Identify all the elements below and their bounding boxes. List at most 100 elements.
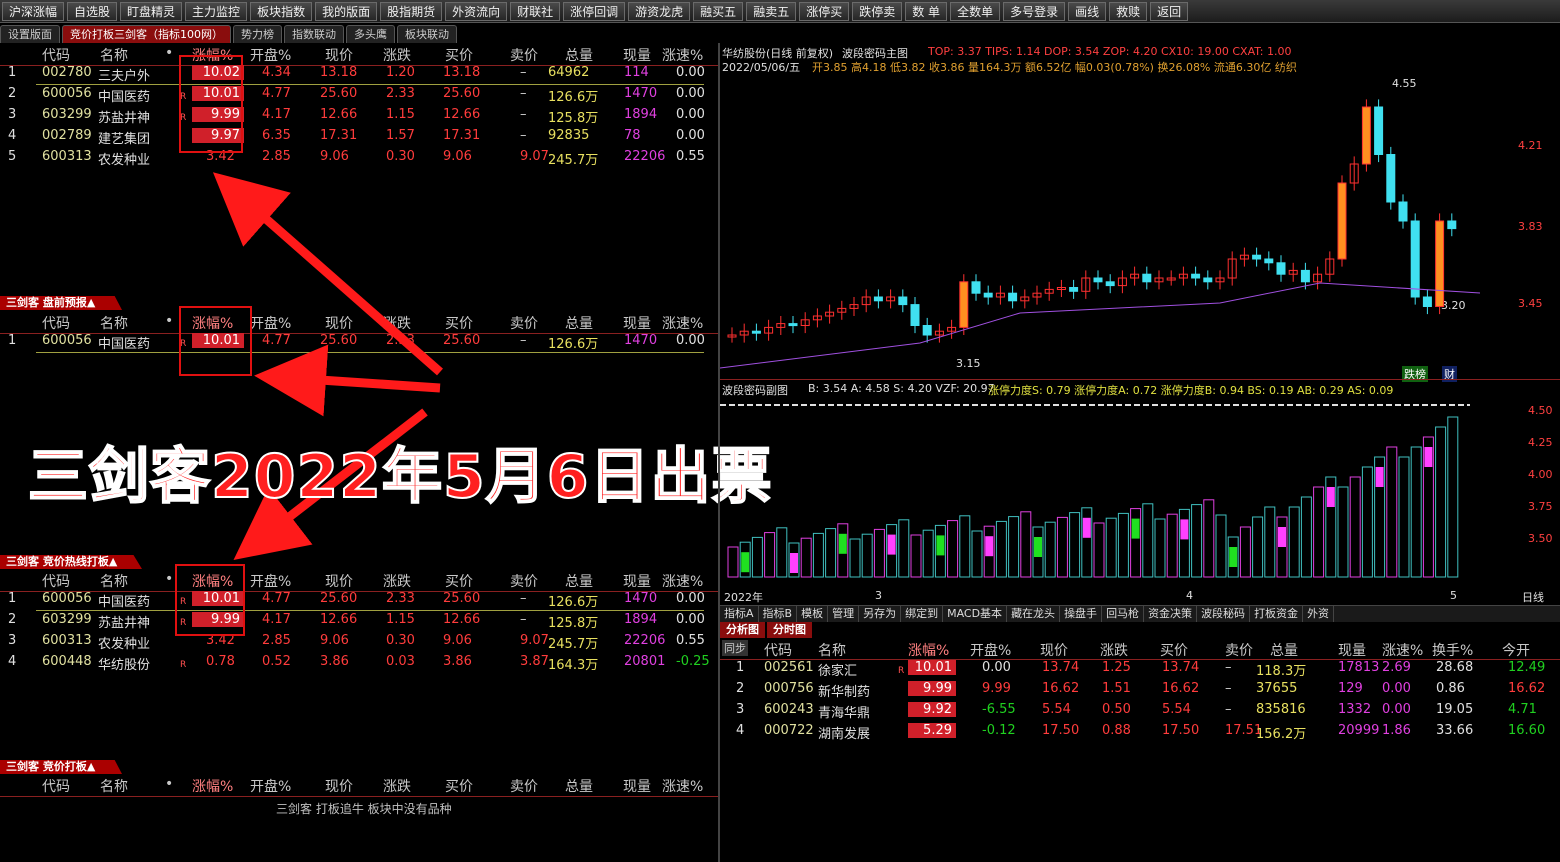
analysis-col-6[interactable]: 涨跌 <box>1100 640 1128 660</box>
toolbar-button-19[interactable]: 救赎 <box>1109 1 1148 21</box>
analysis-col-13[interactable]: 今开 <box>1502 640 1530 660</box>
toolbar-button-13[interactable]: 涨停买 <box>799 1 850 21</box>
sub-bar-outline <box>959 515 971 578</box>
analysis-col-12[interactable]: 换手% <box>1432 640 1473 660</box>
analysis-row[interactable]: 4 000722 湖南发展 5.29 -0.12 17.50 0.88 17.50 17.51 1… <box>720 723 1560 743</box>
analysis-row[interactable]: 2 000756 新华制药 9.99 9.99 16.62 1.51 16.62 – 37655 1… <box>720 681 1560 701</box>
sub-bar-outline <box>825 528 837 578</box>
toolbar-button-20[interactable]: 返回 <box>1150 1 1189 21</box>
analysis-row[interactable]: 3 600243 青海华鼎 9.92 -6.55 5.54 0.50 5.54 – 835816 1… <box>720 702 1560 722</box>
indicator-tab-4[interactable]: 另存为 <box>859 606 902 622</box>
indicator-tab-7[interactable]: 藏在龙头 <box>1007 606 1061 622</box>
sub-bar-outline <box>861 533 873 578</box>
cell-pct: 10.01 <box>908 660 956 675</box>
analysis-col-4[interactable]: 开盘% <box>970 640 1011 660</box>
sub-bar-outline <box>1300 496 1312 578</box>
candle-body <box>1069 287 1079 292</box>
cell-chg: 0.88 <box>1102 723 1131 738</box>
indicator-tab-13[interactable]: 外资 <box>1303 606 1335 622</box>
cell-name: 湖南发展 <box>818 727 871 742</box>
toolbar-button-18[interactable]: 画线 <box>1068 1 1107 21</box>
candle-body <box>1435 220 1445 307</box>
analysis-row[interactable]: 1 002561 徐家汇 R 10.01 0.00 13.74 1.25 13.74 – 118.3… <box>720 660 1560 680</box>
candle-body <box>922 325 932 336</box>
analysis-tab-1[interactable]: 分时图 <box>767 622 812 638</box>
indicator-tab-1[interactable]: 指标B <box>759 606 798 622</box>
sub-indicator-chart[interactable] <box>720 397 1560 592</box>
sub-chart-title[interactable]: 波段密码副图 <box>722 382 788 398</box>
analysis-col-3[interactable]: 涨幅% <box>908 640 949 660</box>
indicator-tab-12[interactable]: 打板资金 <box>1250 606 1304 622</box>
toolbar-button-16[interactable]: 全数单 <box>950 1 1001 21</box>
cell-vol: 37655 <box>1256 681 1298 696</box>
sub-chart-values2: 涨停力度S: 0.79 涨停力度A: 0.72 涨停力度B: 0.94 BS: … <box>988 384 1394 397</box>
sub-bar-outline <box>1239 526 1251 578</box>
cell-cur: 129 <box>1338 681 1363 696</box>
arrow-to-table1 <box>212 172 443 376</box>
analysis-tab-0[interactable]: 分析图 <box>720 622 765 638</box>
sub-bar-outline <box>764 532 776 578</box>
highlight-box-table3 <box>175 564 245 636</box>
cell-code: 000722 <box>764 723 814 738</box>
analysis-col-11[interactable]: 涨速% <box>1382 640 1423 660</box>
indicator-tab-10[interactable]: 资金决策 <box>1144 606 1198 622</box>
ma-line <box>720 282 1481 369</box>
sub-bar-outline <box>1069 512 1081 578</box>
candle-body <box>1191 273 1201 279</box>
cell-turn: 0.86 <box>1436 681 1465 696</box>
candle-body <box>1093 277 1103 283</box>
candle-body <box>1386 154 1396 203</box>
cell-turn: 19.05 <box>1436 702 1474 717</box>
indicator-tab-6[interactable]: MACD基本 <box>943 606 1008 622</box>
toolbar-button-14[interactable]: 跌停卖 <box>852 1 903 21</box>
analysis-col-9[interactable]: 总量 <box>1270 640 1298 660</box>
analysis-col-7[interactable]: 买价 <box>1160 640 1188 660</box>
analysis-col-1[interactable]: 代码 <box>764 640 792 660</box>
indicator-tab-3[interactable]: 管理 <box>828 606 860 622</box>
analysis-col-0[interactable]: 同步 <box>722 640 748 656</box>
sub-bar-outline <box>873 528 885 578</box>
candle-body <box>1252 254 1262 260</box>
x-label-4: 5 <box>1450 589 1457 602</box>
cell-open: -6.55 <box>982 702 1016 717</box>
cell-speed: 2.69 <box>1382 660 1411 675</box>
indicator-tab-9[interactable]: 回马枪 <box>1102 606 1145 622</box>
cell-code: 002561 <box>764 660 814 675</box>
analysis-col-8[interactable]: 卖价 <box>1225 640 1253 660</box>
cell-chg: 1.25 <box>1102 660 1131 675</box>
indicator-tab-0[interactable]: 指标A <box>720 606 759 622</box>
toolbar-button-17[interactable]: 多号登录 <box>1003 1 1066 21</box>
cell-price: 5.54 <box>1042 702 1071 717</box>
candle-body <box>1398 201 1408 222</box>
indicator-tab-2[interactable]: 模板 <box>797 606 829 622</box>
analysis-col-10[interactable]: 现量 <box>1338 640 1366 660</box>
cell-vol: 835816 <box>1256 702 1306 717</box>
toolbar-button-12[interactable]: 融卖五 <box>746 1 797 21</box>
sub-bar-outline <box>1215 514 1227 578</box>
kline-main-chart[interactable] <box>720 73 1560 383</box>
indicator-tab-5[interactable]: 绑定到 <box>901 606 944 622</box>
analysis-col-2[interactable]: 名称 <box>818 640 846 660</box>
cell-price: 16.62 <box>1042 681 1080 696</box>
candle-body <box>1300 269 1310 283</box>
candle-body <box>873 296 883 302</box>
chart-top-values: TOP: 3.37 TIPS: 1.14 DOP: 3.54 ZOP: 4.20… <box>928 45 1292 58</box>
sub-bar-outline <box>1117 512 1129 578</box>
toolbar-button-15[interactable]: 数 单 <box>905 1 948 21</box>
sub-bar-outline <box>922 529 934 578</box>
period-label[interactable]: 日线 <box>1522 589 1544 605</box>
sub-bar-outline <box>849 538 861 578</box>
cell-price: 17.50 <box>1042 723 1080 738</box>
cell-name: 徐家汇 <box>818 664 858 679</box>
sub-bar-fill <box>985 536 994 557</box>
x-label-3: 4 <box>1186 589 1193 602</box>
kline-chart-pane[interactable]: 华纺股份(日线 前复权) 波段密码主图 TOP: 3.37 TIPS: 1.14… <box>720 43 1560 605</box>
sub-bar-outline <box>1349 476 1361 578</box>
indicator-tab-11[interactable]: 波段秘码 <box>1197 606 1251 622</box>
cell-name: 青海华鼎 <box>818 706 871 721</box>
overlay-caption: 三剑客2022年5月6日出票 <box>27 441 773 513</box>
indicator-tab-8[interactable]: 操盘手 <box>1060 606 1103 622</box>
cell-bid: 13.74 <box>1162 660 1200 675</box>
analysis-col-5[interactable]: 现价 <box>1040 640 1068 660</box>
sub-bar-fill <box>1034 537 1042 557</box>
